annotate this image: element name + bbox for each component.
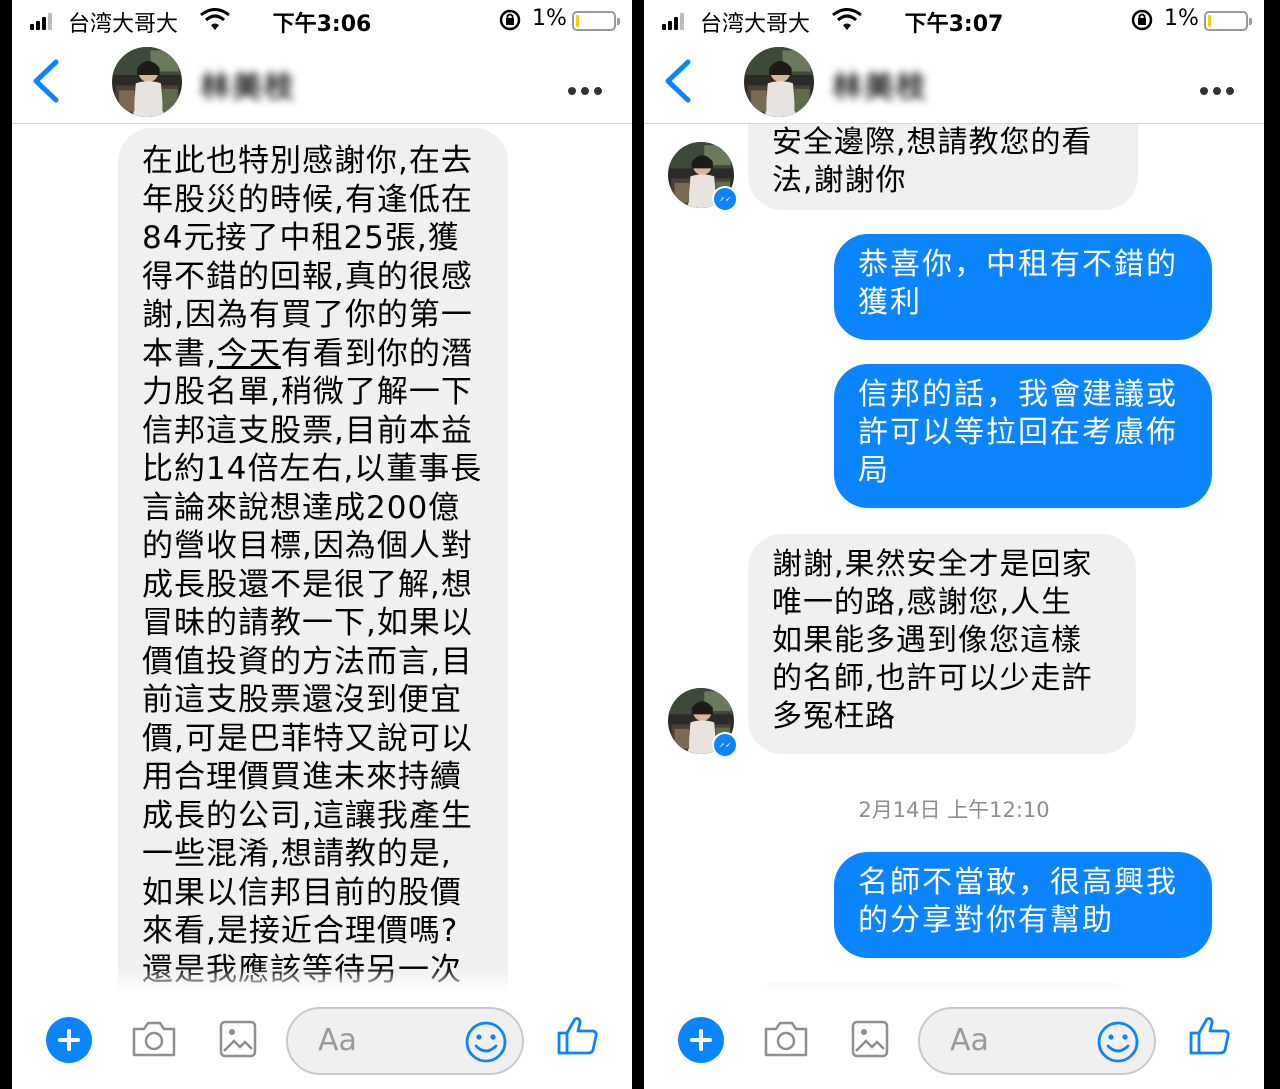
more-icon[interactable]	[568, 68, 602, 103]
incoming-message[interactable]: 安全邊際,想請教您的看 法,謝謝你	[748, 124, 1138, 210]
message-line: 謝,因為有買了你的第一	[142, 297, 473, 333]
message-line: 84元接了中租25張,獲	[142, 220, 460, 256]
message-line: 的分享對你有幫助	[858, 903, 1114, 938]
message-line: 法,謝謝你	[772, 163, 907, 198]
message-line: 年股災的時候,有逢低在	[142, 181, 473, 218]
message-line: 得不錯的回報,真的很感	[142, 258, 473, 295]
conversation-header: 林美枝	[12, 42, 632, 124]
message-line: 成長股還不是很了解,想	[142, 566, 473, 603]
message-input[interactable]: Aa	[286, 1007, 524, 1075]
incoming-message[interactable]: 謝謝,果然安全才是回家 唯一的路,感謝您,人生 如果能多遇到像您這樣 的名師,也…	[748, 534, 1136, 754]
rotation-lock-icon	[1130, 8, 1154, 38]
message-input[interactable]: Aa	[918, 1007, 1156, 1075]
message-line: 安全邊際,想請教您的看	[772, 125, 1093, 160]
message-line: 冒昧的請教一下,如果以	[142, 605, 473, 641]
message-line: 價,可是巴菲特又說可以	[142, 720, 473, 757]
battery-icon	[572, 11, 620, 31]
message-line: 的營收目標,因為個人對	[142, 528, 473, 564]
message-line: 如果以信邦目前的股價	[142, 874, 462, 911]
message-line: 本書,今天有看到你的潛	[142, 335, 488, 374]
message-thread[interactable]: 安全邊際,想請教您的看 法,謝謝你 恭喜你，中租有不錯的 獲利 信邦的話，我會建…	[644, 124, 1264, 989]
message-text: 有看到你的潛	[280, 335, 473, 372]
linked-date-text[interactable]: 今天	[217, 336, 281, 372]
status-bar: 台湾大哥大 下午3:06 1%	[12, 0, 632, 42]
contact-avatar[interactable]	[112, 47, 182, 117]
camera-icon[interactable]	[762, 1019, 810, 1063]
conversation-header: 林美枝	[644, 42, 1264, 124]
outgoing-message[interactable]: 恭喜你，中租有不錯的 獲利	[834, 234, 1212, 340]
outgoing-message[interactable]: 信邦的話，我會建議或 許可以等拉回在考慮佈 局	[834, 364, 1212, 508]
rotation-lock-icon	[498, 8, 522, 38]
message-input-placeholder: Aa	[318, 1023, 357, 1058]
back-chevron-icon[interactable]	[662, 58, 694, 108]
message-line: 力股名單,稍微了解一下	[142, 374, 473, 410]
thumbs-up-icon[interactable]	[556, 1013, 600, 1061]
message-line: 唯一的路,感謝您,人生	[772, 585, 1073, 620]
gallery-icon[interactable]	[850, 1019, 890, 1063]
messenger-badge-icon	[712, 186, 738, 212]
outgoing-message[interactable]: 名師不當敢，很高興我 的分享對你有幫助	[834, 852, 1212, 958]
right-screenshot: 台湾大哥大 下午3:07 1% 林美枝 安全邊際,想請教您的看 法,謝謝你 恭喜…	[644, 0, 1264, 1089]
battery-percent: 1%	[532, 6, 567, 31]
message-line: 前這支股票還沒到便宜	[142, 682, 462, 718]
status-bar: 台湾大哥大 下午3:07 1%	[644, 0, 1264, 42]
message-line: 多冤枉路	[772, 699, 896, 734]
message-line: 成長的公司,這讓我產生	[142, 797, 473, 834]
contact-avatar[interactable]	[744, 47, 814, 117]
message-line: 來看,是接近合理價嗎?	[142, 913, 459, 949]
message-line: 恭喜你，中租有不錯的	[858, 247, 1178, 282]
message-line: 名師不當敢，很高興我	[858, 865, 1178, 900]
message-line: 信邦的話，我會建議或	[858, 377, 1178, 412]
back-chevron-icon[interactable]	[30, 58, 62, 108]
battery-icon	[1204, 11, 1252, 31]
message-thread[interactable]: 在此也特別感謝你,在去 年股災的時候,有逢低在 84元接了中租25張,獲 得不錯…	[12, 124, 632, 989]
message-input-placeholder: Aa	[950, 1023, 989, 1058]
composer-bar: Aa	[12, 967, 632, 1089]
message-line: 言論來說想達成200億	[142, 489, 461, 526]
message-line: 局	[858, 453, 890, 488]
message-line: 獲利	[858, 285, 922, 320]
message-line: 如果能多遇到像您這樣	[772, 623, 1082, 658]
thumbs-up-icon[interactable]	[1188, 1013, 1232, 1061]
sender-avatar[interactable]	[668, 688, 738, 758]
sender-avatar[interactable]	[668, 142, 738, 212]
message-line: 價值投資的方法而言,目	[142, 643, 473, 680]
plus-icon[interactable]	[46, 1017, 92, 1063]
message-line: 在此也特別感謝你,在去	[142, 143, 473, 179]
incoming-message[interactable]: 在此也特別感謝你,在去 年股災的時候,有逢低在 84元接了中租25張,獲 得不錯…	[118, 128, 508, 989]
camera-icon[interactable]	[130, 1019, 178, 1063]
messenger-badge-icon	[712, 732, 738, 758]
message-line: 許可以等拉回在考慮佈	[858, 415, 1178, 450]
message-line: 信邦這支股票,目前本益	[142, 412, 473, 449]
contact-name[interactable]: 林美枝	[832, 62, 928, 106]
message-line: 謝謝,果然安全才是回家	[772, 547, 1093, 582]
composer-bar: Aa	[644, 967, 1264, 1089]
message-text: 本書,	[142, 335, 217, 372]
message-line: 一些混淆,想請教的是,	[142, 836, 452, 872]
battery-percent: 1%	[1164, 6, 1199, 31]
message-line: 比約14倍左右,以董事長	[142, 451, 483, 487]
smile-icon[interactable]	[1096, 1020, 1140, 1068]
message-line: 的名師,也許可以少走許	[772, 661, 1093, 696]
smile-icon[interactable]	[464, 1020, 508, 1068]
contact-name[interactable]: 林美枝	[200, 62, 296, 106]
message-line: 用合理價買進未來持續	[142, 759, 462, 795]
message-timestamp: 2月14日 上午12:10	[858, 798, 1050, 822]
more-icon[interactable]	[1200, 68, 1234, 103]
left-screenshot: 台湾大哥大 下午3:06 1% 林美枝 在此也特別感謝你,在去 年股災的時候,有…	[12, 0, 632, 1089]
plus-icon[interactable]	[678, 1017, 724, 1063]
gallery-icon[interactable]	[218, 1019, 258, 1063]
